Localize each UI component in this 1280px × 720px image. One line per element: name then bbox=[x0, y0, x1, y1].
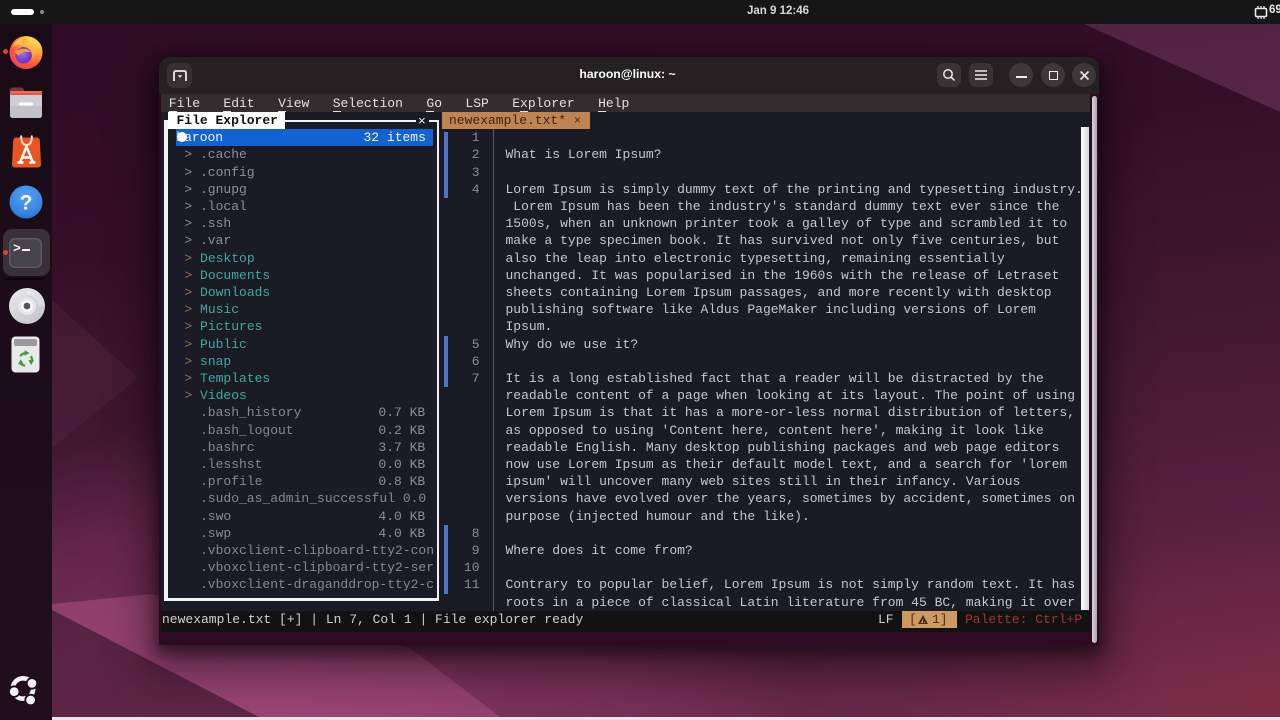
svg-text:?: ? bbox=[20, 192, 33, 215]
